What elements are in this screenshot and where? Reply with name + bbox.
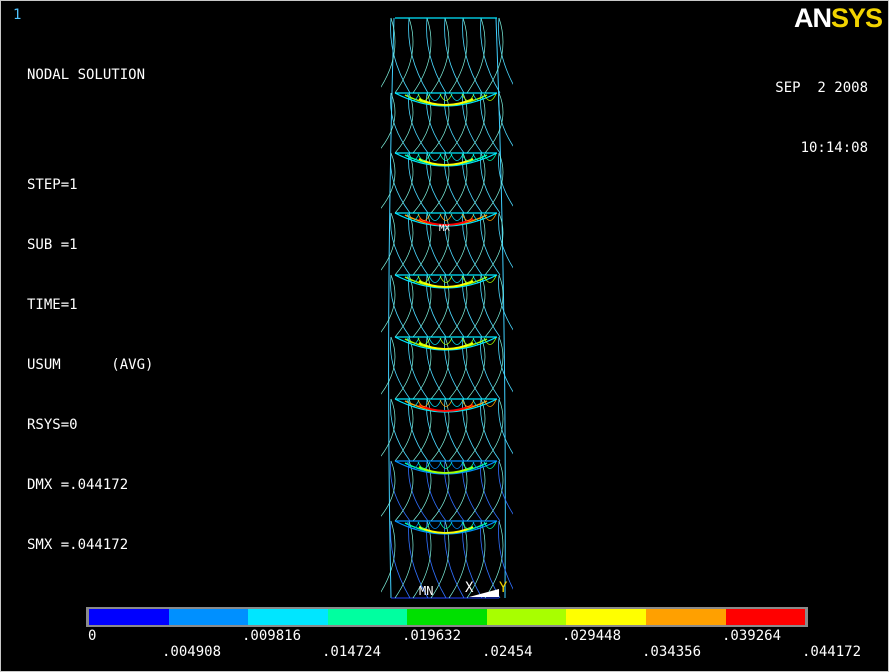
legend-label-bottom: .014724: [322, 644, 382, 660]
strut: [381, 460, 396, 517]
crown-loop: [428, 213, 442, 221]
strut: [498, 212, 513, 269]
crown-loop: [450, 153, 464, 161]
strut: [381, 92, 396, 149]
legend-segment: [248, 609, 328, 625]
crown-loop: [450, 399, 464, 407]
max-displacement: DMX =.044172: [27, 477, 129, 493]
strut: [498, 17, 513, 85]
graphics-window[interactable]: 1 NODAL SOLUTION STEP=1 SUB =1 TIME=1 US…: [0, 0, 889, 672]
outline-right: [495, 17, 506, 599]
result-item: USUM (AVG): [27, 357, 154, 373]
legend-segment: [645, 609, 726, 625]
legend-segment: [725, 609, 806, 625]
stent-model-plot: MX: [381, 17, 513, 599]
crown-loop: [428, 337, 442, 345]
strut: [381, 212, 396, 271]
strut: [498, 92, 513, 147]
strut: [381, 152, 396, 209]
strut: [498, 398, 513, 455]
legend-segment: [486, 609, 567, 625]
min-marker-label: MN: [419, 584, 434, 598]
legend-label-bottom: .02454: [482, 644, 533, 660]
crown-loop: [450, 521, 464, 529]
time-value: TIME=1: [27, 297, 78, 313]
timestamp-block: SEP 2 2008 10:14:08: [775, 38, 868, 198]
coordinate-system: RSYS=0: [27, 417, 78, 433]
crown-loop: [428, 399, 442, 407]
crown-loop: [450, 93, 464, 101]
strut: [498, 274, 513, 331]
crown-loop: [428, 275, 442, 283]
legend-segment: [407, 609, 487, 625]
crown-loop: [450, 337, 464, 345]
legend-segment: [168, 609, 249, 625]
max-solution: SMX =.044172: [27, 537, 129, 553]
strut: [381, 274, 396, 333]
crown-loop: [428, 521, 442, 529]
solution-info-block: NODAL SOLUTION STEP=1 SUB =1 TIME=1 USUM…: [27, 25, 153, 595]
contour-legend-bar: [86, 607, 808, 627]
legend-label-top: .039264: [722, 628, 782, 644]
max-marker-label: MX: [439, 224, 450, 234]
step-value: STEP=1: [27, 177, 78, 193]
strut: [381, 520, 396, 593]
result-title: NODAL SOLUTION: [27, 67, 146, 83]
crown-loop: [450, 461, 464, 469]
crown-loop: [428, 461, 442, 469]
strut: [498, 336, 513, 393]
legend-label-bottom: .044172: [802, 644, 862, 660]
crown-loop: [450, 275, 464, 283]
legend-label-top: .029448: [562, 628, 622, 644]
legend-segment: [327, 609, 408, 625]
legend-segment: [89, 609, 169, 625]
legend-label-bottom: .034356: [642, 644, 702, 660]
crown-loop: [450, 213, 464, 221]
strut: [381, 398, 396, 457]
legend-label-bottom: .004908: [162, 644, 222, 660]
ansys-logo: ANSYS: [794, 3, 883, 33]
legend-segment: [566, 609, 646, 625]
crown-loop: [428, 153, 442, 161]
crown-loop: [428, 93, 442, 101]
date-text: SEP 2 2008: [775, 80, 868, 96]
time-text: 10:14:08: [800, 140, 868, 156]
legend-label-top: .019632: [402, 628, 462, 644]
legend-label-top: .009816: [242, 628, 302, 644]
triad-icon: [469, 589, 499, 597]
substep-value: SUB =1: [27, 237, 78, 253]
window-number: 1: [13, 7, 22, 23]
strut: [381, 336, 396, 395]
legend-label-top: 0: [88, 628, 97, 644]
